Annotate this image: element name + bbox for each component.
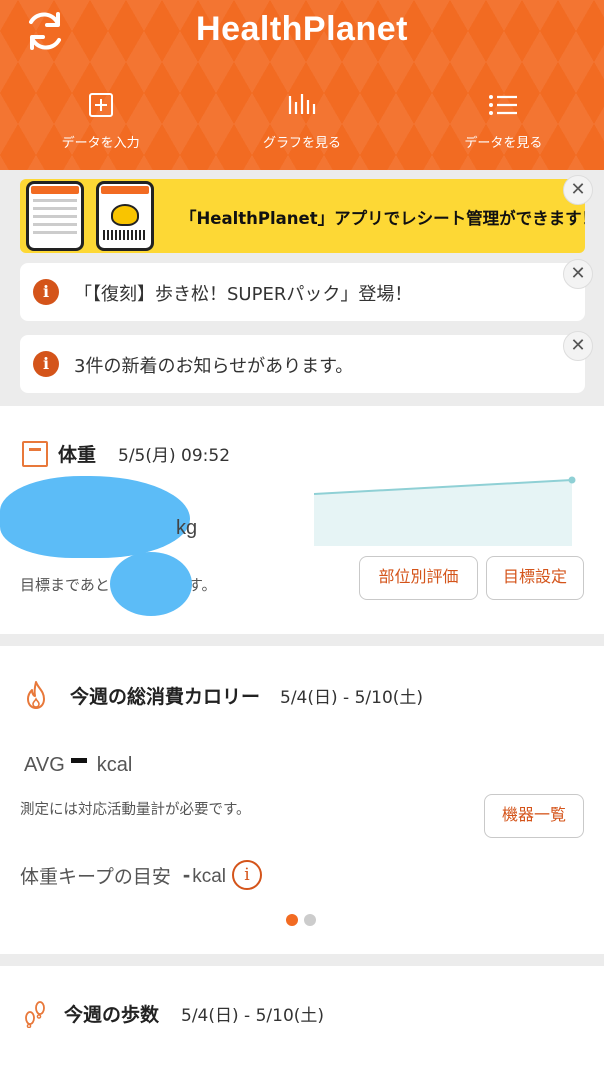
info-icon: i — [33, 279, 59, 305]
avg-row: AVG kcal — [24, 754, 132, 777]
notice-text: 3件の新着のお知らせがあります。 — [74, 356, 354, 377]
flame-icon — [27, 681, 45, 709]
app-header: HealthPlanet データを入力 グラフを見る データを見る — [0, 0, 604, 170]
close-icon[interactable]: ✕ — [563, 331, 593, 361]
calories-card[interactable]: 今週の総消費カロリー 5/4(日) - 5/10(土) AVG kcal 測定には… — [0, 646, 604, 954]
mascot-icon — [111, 204, 139, 226]
phone-illustration — [96, 181, 154, 251]
keep-value: - — [182, 862, 191, 887]
page-dot[interactable] — [304, 914, 316, 926]
nav-label: データを入力 — [61, 136, 140, 151]
device-list-button[interactable]: 機器一覧 — [484, 794, 584, 838]
list-icon — [403, 88, 604, 122]
steps-card[interactable]: 今週の歩数 5/4(日) - 5/10(土) — [0, 966, 604, 1080]
redacted-value — [0, 476, 190, 558]
weight-title: 体重 — [58, 444, 97, 466]
phone-illustration — [26, 181, 84, 251]
weight-date: 5/5(月) 09:52 — [118, 446, 231, 466]
main-navbar: データを入力 グラフを見る データを見る — [0, 88, 604, 160]
page-indicator — [286, 914, 316, 926]
steps-title: 今週の歩数 — [64, 1003, 160, 1026]
redacted-value — [110, 552, 192, 616]
requirement-text: 測定には対応活動量計が必要です。 — [20, 802, 251, 818]
keep-unit: kcal — [192, 866, 226, 887]
nav-label: グラフを見る — [262, 136, 341, 151]
goal-setting-button[interactable]: 目標設定 — [486, 556, 584, 600]
avg-label: AVG — [24, 754, 65, 776]
plus-square-icon — [0, 88, 201, 122]
close-icon[interactable]: ✕ — [563, 259, 593, 289]
nav-label: データを見る — [464, 136, 543, 151]
calories-title: 今週の総消費カロリー — [70, 685, 261, 708]
steps-title-row: 今週の歩数 5/4(日) - 5/10(土) — [22, 998, 324, 1028]
avg-unit: kcal — [96, 754, 133, 776]
footsteps-icon — [25, 1001, 45, 1028]
info-icon[interactable]: i — [232, 860, 262, 890]
avg-empty-value — [70, 758, 87, 763]
app-logo: HealthPlanet — [0, 10, 604, 49]
notice-item[interactable]: i 「【復刻】歩き松！SUPERパック」登場！ — [20, 263, 585, 321]
scale-icon — [22, 440, 48, 467]
close-icon[interactable]: ✕ — [563, 175, 593, 205]
banner-text: 「HealthPlanet」アプリでレシート管理ができます！ — [180, 209, 585, 228]
promo-banner[interactable]: 「HealthPlanet」アプリでレシート管理ができます！ — [20, 179, 585, 253]
bar-graph-icon — [201, 88, 402, 122]
notice-text: 「【復刻】歩き松！SUPERパック」登場！ — [74, 284, 413, 305]
weight-card[interactable]: 体重 5/5(月) 09:52 kg 目標まであと kgです。 部位別評価 目標… — [0, 406, 604, 634]
keep-label: 体重キープの目安 — [20, 865, 171, 888]
keep-weight-row: 体重キープの目安 - kcal i — [20, 860, 262, 890]
calories-title-row: 今週の総消費カロリー 5/4(日) - 5/10(土) — [22, 680, 423, 710]
info-icon: i — [33, 351, 59, 377]
nav-view-data[interactable]: データを見る — [403, 88, 604, 160]
weight-title-row: 体重 5/5(月) 09:52 — [22, 440, 230, 467]
logo-text: HealthPlanet — [196, 10, 408, 48]
steps-range: 5/4(日) - 5/10(土) — [181, 1005, 325, 1026]
barcode-icon — [103, 230, 147, 240]
part-evaluation-button[interactable]: 部位別評価 — [359, 556, 478, 600]
weight-unit: kg — [176, 517, 198, 539]
weight-sparkline — [314, 476, 576, 546]
nav-input-data[interactable]: データを入力 — [0, 88, 201, 160]
notice-item[interactable]: i 3件の新着のお知らせがあります。 — [20, 335, 585, 393]
calories-range: 5/4(日) - 5/10(土) — [280, 687, 424, 708]
page-dot-active[interactable] — [286, 914, 298, 926]
nav-view-graph[interactable]: グラフを見る — [201, 88, 402, 160]
keep-value-group: - kcal — [183, 862, 226, 888]
